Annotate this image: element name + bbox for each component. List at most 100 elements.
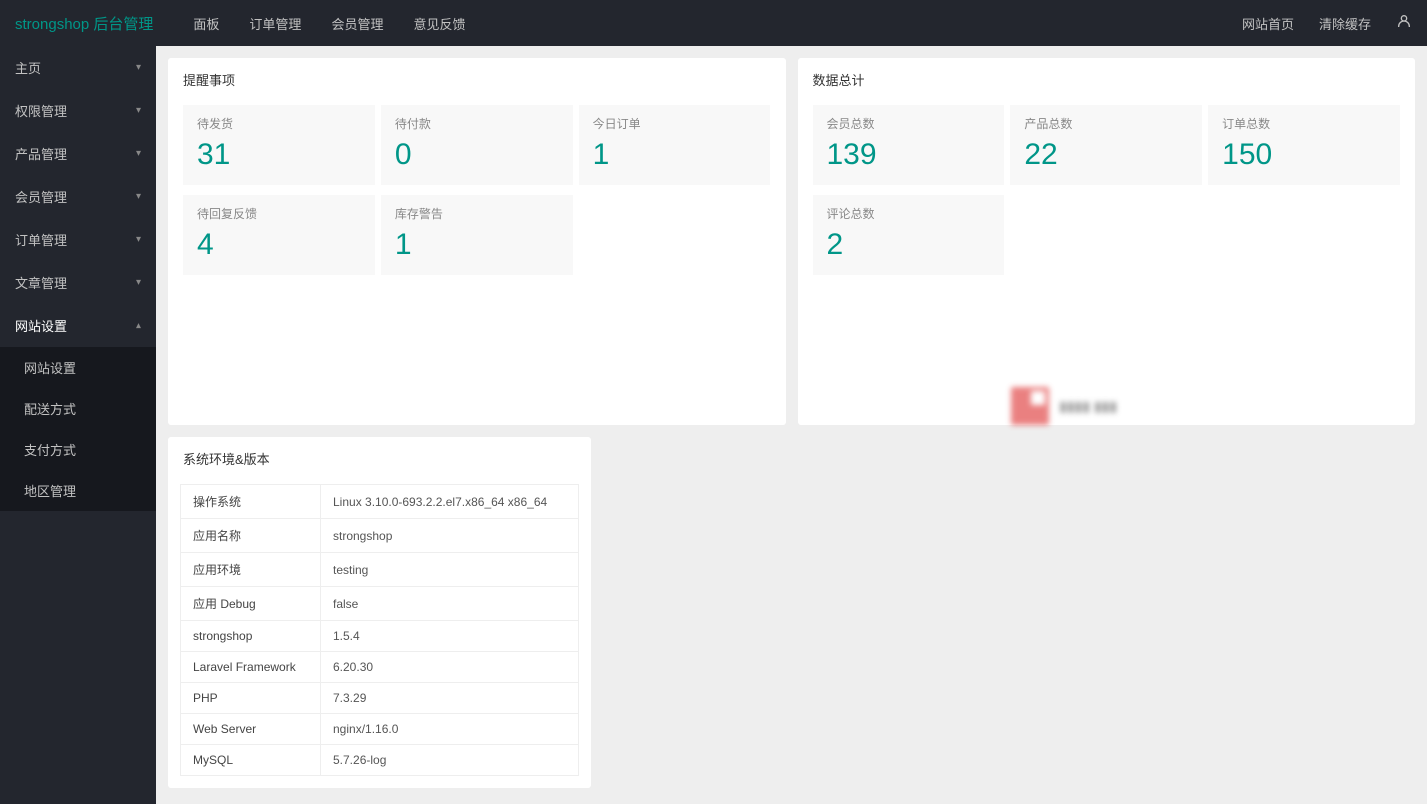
stat-label: 会员总数 bbox=[827, 115, 991, 132]
stat-value: 0 bbox=[395, 138, 559, 171]
env-value: strongshop bbox=[321, 519, 579, 553]
link-clear-cache[interactable]: 清除缓存 bbox=[1319, 14, 1371, 33]
card-title: 数据总计 bbox=[798, 58, 1416, 101]
env-key: 操作系统 bbox=[181, 485, 321, 519]
chevron-down-icon: ▾ bbox=[136, 62, 141, 73]
stat-stock-warning[interactable]: 库存警告 1 bbox=[381, 195, 573, 275]
promo-logo-icon bbox=[1011, 387, 1049, 425]
card-environment: 系统环境&版本 操作系统Linux 3.10.0-693.2.2.el7.x86… bbox=[168, 437, 591, 788]
table-row: 操作系统Linux 3.10.0-693.2.2.el7.x86_64 x86_… bbox=[181, 485, 579, 519]
sidebar-item-products[interactable]: 产品管理 ▾ bbox=[0, 132, 156, 175]
table-row: 应用 Debugfalse bbox=[181, 587, 579, 621]
sidebar-item-label: 文章管理 bbox=[15, 273, 67, 292]
stat-pending-pay[interactable]: 待付款 0 bbox=[381, 105, 573, 185]
table-row: strongshop1.5.4 bbox=[181, 621, 579, 652]
chevron-down-icon: ▾ bbox=[136, 191, 141, 202]
stat-value: 1 bbox=[593, 138, 757, 171]
stat-value: 22 bbox=[1024, 138, 1188, 171]
env-key: PHP bbox=[181, 683, 321, 714]
env-value: 6.20.30 bbox=[321, 652, 579, 683]
nav-members[interactable]: 会员管理 bbox=[331, 14, 383, 33]
table-row: Laravel Framework6.20.30 bbox=[181, 652, 579, 683]
chevron-up-icon: ▾ bbox=[136, 320, 141, 331]
sidebar: 主页 ▾ 权限管理 ▾ 产品管理 ▾ 会员管理 ▾ 订单管理 ▾ 文章管理 ▾ … bbox=[0, 46, 156, 804]
stat-label: 待付款 bbox=[395, 115, 559, 132]
submenu-website-settings: 网站设置 配送方式 支付方式 地区管理 bbox=[0, 347, 156, 511]
sidebar-item-website-settings[interactable]: 网站设置 ▾ bbox=[0, 304, 156, 347]
nav-feedback[interactable]: 意见反馈 bbox=[413, 14, 465, 33]
env-key: MySQL bbox=[181, 745, 321, 776]
nav-dashboard[interactable]: 面板 bbox=[193, 14, 219, 33]
stat-total-orders[interactable]: 订单总数 150 bbox=[1208, 105, 1400, 185]
logo-main: strongshop bbox=[15, 16, 89, 33]
chevron-down-icon: ▾ bbox=[136, 277, 141, 288]
sub-item-website-settings[interactable]: 网站设置 bbox=[0, 347, 156, 388]
table-row: 应用环境testing bbox=[181, 553, 579, 587]
stat-total-products[interactable]: 产品总数 22 bbox=[1010, 105, 1202, 185]
card-reminders: 提醒事项 待发货 31 待付款 0 今日订单 1 bbox=[168, 58, 786, 425]
stat-today-orders[interactable]: 今日订单 1 bbox=[579, 105, 771, 185]
sidebar-item-label: 会员管理 bbox=[15, 187, 67, 206]
env-key: 应用环境 bbox=[181, 553, 321, 587]
env-table: 操作系统Linux 3.10.0-693.2.2.el7.x86_64 x86_… bbox=[180, 484, 579, 776]
env-value: Linux 3.10.0-693.2.2.el7.x86_64 x86_64 bbox=[321, 485, 579, 519]
stat-label: 待发货 bbox=[197, 115, 361, 132]
table-row: 应用名称strongshop bbox=[181, 519, 579, 553]
stat-label: 产品总数 bbox=[1024, 115, 1188, 132]
top-nav: 面板 订单管理 会员管理 意见反馈 bbox=[193, 14, 465, 33]
stat-pending-ship[interactable]: 待发货 31 bbox=[183, 105, 375, 185]
table-row: Web Servernginx/1.16.0 bbox=[181, 714, 579, 745]
stat-value: 2 bbox=[827, 228, 991, 261]
sub-item-shipping[interactable]: 配送方式 bbox=[0, 388, 156, 429]
stat-label: 今日订单 bbox=[593, 115, 757, 132]
stat-pending-feedback[interactable]: 待回复反馈 4 bbox=[183, 195, 375, 275]
promo-overlay: ▮▮▮▮ ▮▮▮ bbox=[1011, 387, 1201, 425]
sidebar-item-articles[interactable]: 文章管理 ▾ bbox=[0, 261, 156, 304]
chevron-down-icon: ▾ bbox=[136, 148, 141, 159]
env-value: false bbox=[321, 587, 579, 621]
env-key: 应用 Debug bbox=[181, 587, 321, 621]
chevron-down-icon: ▾ bbox=[136, 234, 141, 245]
stat-label: 待回复反馈 bbox=[197, 205, 361, 222]
env-value: 5.7.26-log bbox=[321, 745, 579, 776]
stat-value: 31 bbox=[197, 138, 361, 171]
stat-total-members[interactable]: 会员总数 139 bbox=[813, 105, 1005, 185]
stat-total-comments[interactable]: 评论总数 2 bbox=[813, 195, 1005, 275]
sidebar-item-home[interactable]: 主页 ▾ bbox=[0, 46, 156, 89]
sidebar-item-members[interactable]: 会员管理 ▾ bbox=[0, 175, 156, 218]
env-value: nginx/1.16.0 bbox=[321, 714, 579, 745]
logo-sub: 后台管理 bbox=[93, 16, 153, 33]
header-right: 网站首页 清除缓存 bbox=[1242, 13, 1412, 34]
sidebar-item-label: 网站设置 bbox=[15, 316, 67, 335]
env-value: testing bbox=[321, 553, 579, 587]
card-title: 系统环境&版本 bbox=[168, 437, 591, 480]
card-totals: 数据总计 会员总数 139 产品总数 22 订单总数 150 bbox=[798, 58, 1416, 425]
stat-label: 订单总数 bbox=[1222, 115, 1386, 132]
sidebar-item-label: 主页 bbox=[15, 58, 41, 77]
nav-orders[interactable]: 订单管理 bbox=[249, 14, 301, 33]
env-key: Web Server bbox=[181, 714, 321, 745]
env-key: Laravel Framework bbox=[181, 652, 321, 683]
promo-text: ▮▮▮▮ ▮▮▮ bbox=[1059, 398, 1117, 415]
stat-value: 150 bbox=[1222, 138, 1386, 171]
sidebar-item-orders[interactable]: 订单管理 ▾ bbox=[0, 218, 156, 261]
env-value: 1.5.4 bbox=[321, 621, 579, 652]
stat-label: 库存警告 bbox=[395, 205, 559, 222]
sidebar-item-permissions[interactable]: 权限管理 ▾ bbox=[0, 89, 156, 132]
env-key: strongshop bbox=[181, 621, 321, 652]
env-key: 应用名称 bbox=[181, 519, 321, 553]
stat-label: 评论总数 bbox=[827, 205, 991, 222]
table-row: MySQL5.7.26-log bbox=[181, 745, 579, 776]
stat-value: 139 bbox=[827, 138, 991, 171]
stat-value: 1 bbox=[395, 228, 559, 261]
logo[interactable]: strongshop 后台管理 bbox=[15, 13, 153, 34]
sub-item-region[interactable]: 地区管理 bbox=[0, 470, 156, 511]
user-icon[interactable] bbox=[1396, 13, 1412, 34]
main-content: 提醒事项 待发货 31 待付款 0 今日订单 1 bbox=[156, 46, 1427, 804]
stat-value: 4 bbox=[197, 228, 361, 261]
chevron-down-icon: ▾ bbox=[136, 105, 141, 116]
card-title: 提醒事项 bbox=[168, 58, 786, 101]
env-value: 7.3.29 bbox=[321, 683, 579, 714]
link-website-home[interactable]: 网站首页 bbox=[1242, 14, 1294, 33]
sub-item-payment[interactable]: 支付方式 bbox=[0, 429, 156, 470]
